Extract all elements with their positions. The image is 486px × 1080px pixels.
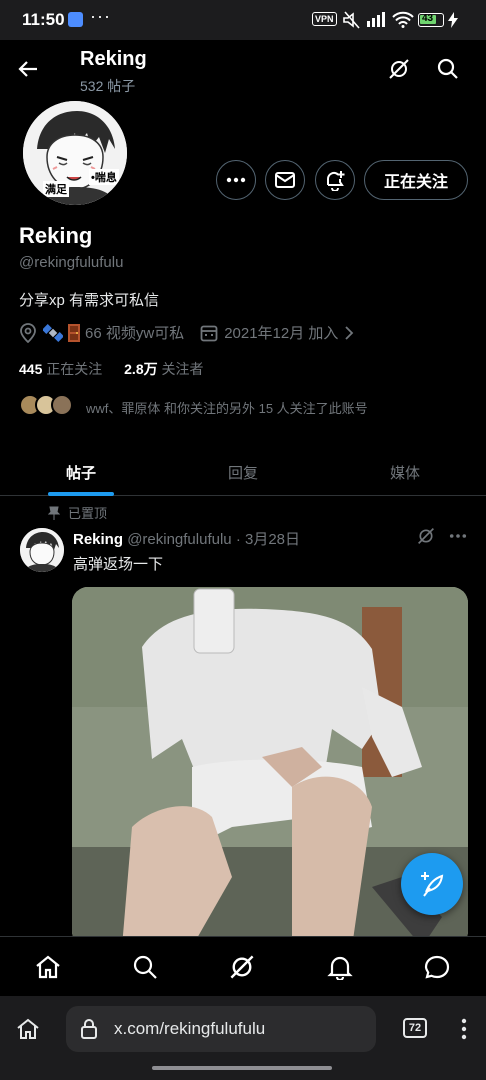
chevron-right-icon[interactable] <box>344 325 354 341</box>
following-link[interactable]: 445 正在关注 <box>19 361 102 377</box>
header-post-count: 532 帖子 <box>80 78 136 94</box>
post-text: 高弹返场一下 <box>73 556 164 573</box>
following-label: 正在关注 <box>46 361 103 377</box>
profile-name: Reking <box>19 223 93 248</box>
grok-icon <box>389 59 409 79</box>
profile-bio: 分享xp 有需求可私信 <box>19 292 160 309</box>
mutual-avatar <box>51 394 73 416</box>
tab-replies[interactable]: 回复 <box>162 448 324 496</box>
post-author-handle[interactable]: @rekingfulufulu <box>127 531 231 548</box>
tab-switcher-button[interactable]: 72 <box>403 1018 427 1038</box>
pinned-label: 已置顶 <box>68 506 108 521</box>
post-author-avatar[interactable] <box>20 528 64 572</box>
post-avatar-illustration <box>20 528 64 572</box>
arrow-left-icon <box>18 61 37 77</box>
browser-menu-button[interactable] <box>448 1011 480 1047</box>
battery-level: 43 <box>422 13 434 24</box>
app-notification-icon <box>68 12 83 27</box>
status-time: 11:50 <box>22 10 65 29</box>
profile-tabs: 帖子 回复 媒体 <box>0 448 486 496</box>
post-header: Reking @rekingfulufulu · 3月28日 <box>73 528 300 549</box>
nav-notifications[interactable] <box>322 949 358 985</box>
profile-joined: 2021年12月 加入 <box>224 325 339 342</box>
back-button[interactable] <box>10 51 46 87</box>
avatar-illustration <box>23 101 127 205</box>
tab-media[interactable]: 媒体 <box>324 448 486 496</box>
profile-meta: 66 视频yw可私 2021年12月 加入 <box>19 322 354 343</box>
nav-search[interactable] <box>127 949 163 985</box>
pin-icon <box>48 506 60 520</box>
following-count: 445 <box>19 361 43 377</box>
active-tab-indicator <box>48 492 114 496</box>
search-icon <box>133 955 157 979</box>
battery-icon: 43 <box>418 13 444 27</box>
signal-icon <box>367 12 385 27</box>
grok-button[interactable] <box>381 51 417 87</box>
lock-icon <box>81 1019 97 1039</box>
status-more-indicator: ··· <box>90 6 111 26</box>
followers-link[interactable]: 2.8万 关注者 <box>124 361 203 377</box>
door-emoji-icon <box>68 323 80 342</box>
mutual-followers-text[interactable]: wwf、罪原体 和你关注的另外 15 人关注了此账号 <box>86 398 368 417</box>
home-icon <box>36 955 60 979</box>
url-text: x.com/rekingfulufulu <box>114 1019 266 1038</box>
following-button[interactable]: 正在关注 <box>364 160 468 200</box>
charging-icon <box>448 12 458 28</box>
mute-icon <box>343 11 360 29</box>
calendar-icon <box>200 325 218 341</box>
home-icon <box>17 1018 39 1039</box>
nav-messages[interactable] <box>419 949 455 985</box>
profile-location: 66 视频yw可私 <box>85 325 185 342</box>
status-bar: 11:50 ··· VPN 43 <box>0 0 486 40</box>
search-icon <box>437 58 458 79</box>
more-options-button[interactable] <box>216 160 256 200</box>
browser-home-button[interactable] <box>10 1011 46 1047</box>
grok-icon <box>230 955 254 979</box>
bell-plus-icon <box>326 171 345 191</box>
compose-post-button[interactable] <box>401 853 463 915</box>
post-grok-button[interactable] <box>410 520 442 552</box>
more-dots-icon <box>226 177 246 183</box>
pinned-indicator: 已置顶 <box>48 503 107 522</box>
feather-plus-icon <box>421 872 444 897</box>
nav-home[interactable] <box>30 949 66 985</box>
chat-bubble-icon <box>424 955 450 979</box>
more-dots-icon <box>449 534 467 538</box>
notify-button[interactable] <box>315 160 355 200</box>
bottom-nav <box>0 936 486 996</box>
profile-avatar[interactable]: 满足 •喘息 <box>20 98 130 208</box>
follow-stats: 445 正在关注 2.8万 关注者 <box>19 359 204 379</box>
post-separator: · <box>235 531 241 548</box>
message-button[interactable] <box>265 160 305 200</box>
vpn-badge: VPN <box>312 12 337 26</box>
followers-label: 关注者 <box>161 361 204 377</box>
tab-posts[interactable]: 帖子 <box>0 448 162 496</box>
address-bar[interactable]: x.com/rekingfulufulu <box>66 1006 376 1052</box>
grok-icon <box>418 528 434 544</box>
nav-grok[interactable] <box>224 949 260 985</box>
bell-icon <box>327 956 353 980</box>
post-date[interactable]: 3月28日 <box>245 531 300 548</box>
wifi-icon <box>392 11 414 28</box>
satellite-emoji-icon <box>43 323 63 342</box>
post-more-button[interactable] <box>442 520 474 552</box>
post-author-name[interactable]: Reking <box>73 531 123 548</box>
location-icon <box>20 322 36 343</box>
search-button[interactable] <box>430 51 466 87</box>
avatar-caption-right: •喘息 <box>89 169 119 185</box>
avatar-caption-left: 满足 <box>43 181 69 197</box>
profile-handle: @rekingfulufulu <box>19 254 124 271</box>
followers-count: 2.8万 <box>124 361 158 377</box>
header-title: Reking <box>80 48 147 70</box>
vertical-dots-icon <box>461 1018 467 1040</box>
envelope-icon <box>275 172 295 188</box>
gesture-home-bar[interactable] <box>152 1066 332 1070</box>
